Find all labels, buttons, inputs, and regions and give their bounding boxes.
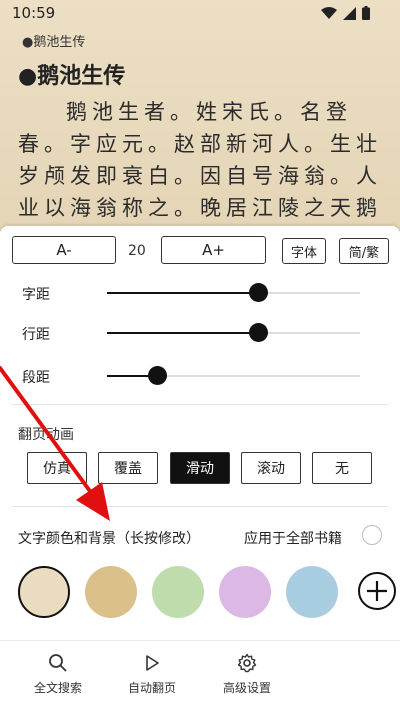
color-swatch-parchment[interactable] xyxy=(18,566,70,618)
line-spacing-label: 行距 xyxy=(22,327,50,343)
page-anim-title: 翻页动画 xyxy=(18,427,74,443)
play-icon xyxy=(146,655,159,671)
anim-option-none[interactable]: 无 xyxy=(312,452,372,484)
search-icon xyxy=(49,654,67,672)
chapter-header: ●鹅池生传 xyxy=(22,35,86,50)
anim-option-slide[interactable]: 滑动 xyxy=(170,452,230,484)
status-icons xyxy=(321,6,370,20)
nav-full-text-search[interactable]: 全文搜索 xyxy=(18,653,98,696)
nav-advanced-settings[interactable]: 高级设置 xyxy=(207,653,287,696)
nav-label: 自动翻页 xyxy=(127,681,176,695)
anim-option-cover[interactable]: 覆盖 xyxy=(98,452,158,484)
color-swatch-tan[interactable] xyxy=(85,566,137,618)
line-spacing-slider[interactable] xyxy=(107,323,360,342)
color-swatch-purple[interactable] xyxy=(219,566,271,618)
font-size-value: 20 xyxy=(128,243,146,259)
divider xyxy=(12,506,388,507)
chapter-title: ●鹅池生传 xyxy=(18,64,126,89)
color-swatch-blue[interactable] xyxy=(286,566,338,618)
line-spacing-fill xyxy=(107,332,259,334)
letter-spacing-fill xyxy=(107,292,259,294)
anim-option-simulation[interactable]: 仿真 xyxy=(27,452,87,484)
paragraph-spacing-label: 段距 xyxy=(22,370,50,386)
gear-icon xyxy=(237,653,257,673)
status-time: 10:59 xyxy=(12,4,56,22)
text-color-bg-title: 文字颜色和背景（长按修改） xyxy=(18,531,200,547)
anim-option-scroll[interactable]: 滚动 xyxy=(241,452,301,484)
nav-label: 全文搜索 xyxy=(33,681,82,695)
font-decrease-button[interactable]: A- xyxy=(12,236,116,264)
nav-auto-page[interactable]: 自动翻页 xyxy=(112,653,192,696)
battery-icon xyxy=(362,6,370,20)
color-swatch-green[interactable] xyxy=(152,566,204,618)
plus-icon xyxy=(367,581,387,601)
chapter-body: 鹅池生者。姓宋氏。名登春。字应元。赵部新河人。生壮岁颅发即衰白。因自号海翁。人业… xyxy=(18,100,382,220)
letter-spacing-label: 字距 xyxy=(22,287,50,303)
signal-icon xyxy=(343,6,356,20)
paragraph-spacing-thumb[interactable] xyxy=(148,366,168,385)
bottom-nav: 全文搜索 自动翻页 高级设置 xyxy=(0,640,400,711)
add-color-button[interactable] xyxy=(358,572,396,610)
divider xyxy=(12,404,388,405)
apply-all-toggle[interactable] xyxy=(362,525,382,545)
font-increase-button[interactable]: A+ xyxy=(161,236,266,264)
paragraph-spacing-slider[interactable] xyxy=(107,366,360,385)
apply-all-label: 应用于全部书籍 xyxy=(244,531,342,547)
simplified-traditional-button[interactable]: 简/繁 xyxy=(339,238,389,264)
reader-page[interactable]: 10:59 ●鹅池生传 ●鹅池生传 鹅池生者。姓宋氏。名登春。字应元。赵部新河人… xyxy=(0,0,400,232)
font-select-button[interactable]: 字体 xyxy=(282,238,326,264)
letter-spacing-slider[interactable] xyxy=(107,283,360,302)
wifi-icon xyxy=(321,7,337,19)
nav-label: 高级设置 xyxy=(222,681,271,695)
